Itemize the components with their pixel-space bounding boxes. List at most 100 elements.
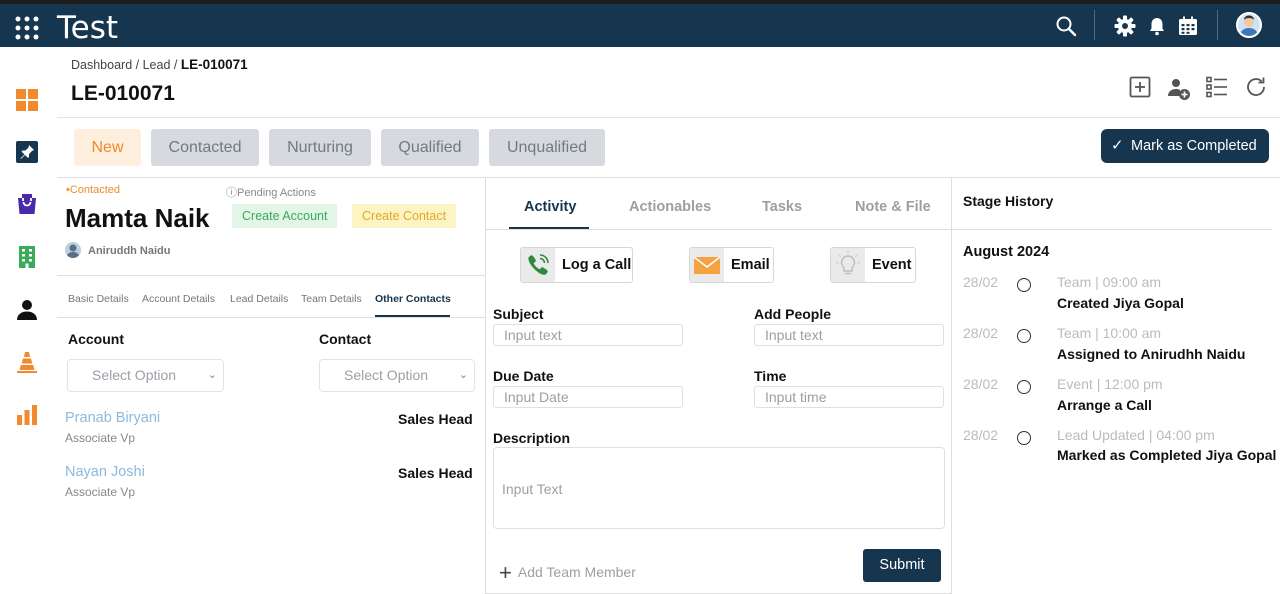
breadcrumb-separator: / — [135, 58, 140, 72]
user-avatar[interactable] — [1236, 12, 1262, 38]
history-meta: Event | 12:00 pm — [1057, 376, 1163, 392]
tab-team-details[interactable]: Team Details — [301, 293, 362, 305]
tab-activity[interactable]: Activity — [524, 199, 576, 215]
funnel-icon[interactable] — [15, 350, 39, 374]
log-call-button[interactable]: Log a Call — [520, 247, 633, 283]
tab-tasks[interactable]: Tasks — [762, 199, 802, 215]
building-icon[interactable] — [15, 245, 39, 269]
divider — [1094, 10, 1095, 40]
history-date: 28/02 — [963, 376, 999, 392]
panel-divider-left — [485, 177, 486, 594]
stage-unqualified[interactable]: Unqualified — [489, 129, 605, 166]
history-meta: Team | 10:00 am — [1057, 325, 1162, 341]
chevron-down-icon: ⌄ — [207, 369, 217, 381]
history-meta: Lead Updated | 04:00 pm — [1057, 427, 1215, 443]
tab-other-contacts[interactable]: Other Contacts — [375, 293, 451, 305]
search-icon[interactable] — [1054, 14, 1078, 38]
add-box-icon[interactable] — [1128, 75, 1152, 99]
gear-icon[interactable] — [1113, 14, 1137, 38]
email-button[interactable]: Email — [689, 247, 774, 283]
timeline-dot — [1017, 431, 1031, 445]
lead-info-divider — [57, 275, 485, 276]
dashboard-icon[interactable] — [15, 88, 39, 112]
event-label: Event — [872, 257, 912, 273]
history-text: Created Jiya Gopal — [1057, 295, 1184, 311]
tab-basic-details[interactable]: Basic Details — [68, 293, 129, 305]
stage-new[interactable]: New — [74, 129, 141, 166]
owner-avatar — [65, 242, 81, 258]
bell-icon[interactable] — [1145, 14, 1169, 38]
contact-role: Associate Vp — [65, 431, 136, 445]
stage-contacted[interactable]: Contacted — [151, 129, 259, 166]
event-button[interactable]: Event — [830, 247, 916, 283]
sidebar — [0, 47, 57, 594]
apps-grid-icon[interactable] — [14, 15, 40, 41]
subject-label: Subject — [493, 306, 544, 322]
stage-qualified[interactable]: Qualified — [381, 129, 479, 166]
contact-title: Sales Head — [398, 411, 473, 427]
add-team-member-button[interactable]: + Add Team Member — [499, 557, 636, 585]
person-icon[interactable] — [15, 298, 39, 322]
time-label: Time — [754, 368, 787, 384]
due-date-label: Due Date — [493, 368, 554, 384]
calendar-icon[interactable] — [1176, 14, 1200, 38]
add-user-icon[interactable] — [1167, 77, 1191, 101]
active-tab-indicator — [375, 315, 450, 317]
add-people-label: Add People — [754, 306, 832, 322]
stage-history-divider — [952, 229, 1272, 230]
check-icon: ✓ — [1111, 137, 1124, 154]
contact-name-link[interactable]: Nayan Joshi — [65, 464, 145, 480]
time-input[interactable]: Input time — [754, 386, 944, 408]
history-text: Assigned to Anirudhh Naidu — [1057, 346, 1246, 362]
add-people-input[interactable]: Input text — [754, 324, 944, 346]
tab-lead-details[interactable]: Lead Details — [230, 293, 288, 305]
bag-icon[interactable] — [15, 192, 39, 216]
mark-completed-button[interactable]: ✓ Mark as Completed — [1101, 129, 1269, 163]
lead-name: Mamta Naik — [65, 203, 210, 233]
log-call-label: Log a Call — [562, 257, 632, 273]
phone-icon — [521, 248, 555, 282]
breadcrumb-dashboard[interactable]: Dashboard — [71, 58, 132, 72]
panel-divider-right — [951, 177, 952, 594]
detail-tabs-divider — [57, 317, 485, 318]
due-date-input[interactable]: Input Date — [493, 386, 683, 408]
submit-button[interactable]: Submit — [863, 549, 941, 582]
tab-account-details[interactable]: Account Details — [142, 293, 215, 305]
contact-label: Contact — [319, 331, 372, 347]
header-divider — [57, 117, 1280, 118]
create-contact-button[interactable]: Create Contact — [352, 204, 457, 228]
create-account-button[interactable]: Create Account — [232, 204, 338, 228]
tab-note-file[interactable]: Note & File — [855, 199, 931, 215]
subject-input[interactable]: Input text — [493, 324, 683, 346]
contact-name-link[interactable]: Pranab Biryani — [65, 410, 160, 426]
account-label: Account — [68, 331, 124, 347]
refresh-icon[interactable] — [1244, 75, 1268, 99]
description-textarea[interactable]: Input Text — [493, 447, 945, 529]
page-title: LE-010071 — [71, 82, 175, 105]
history-date: 28/02 — [963, 274, 999, 290]
timeline-dot — [1017, 380, 1031, 394]
pin-icon[interactable] — [15, 140, 39, 164]
envelope-icon — [690, 248, 724, 282]
contact-title: Sales Head — [398, 465, 473, 481]
breadcrumb-lead[interactable]: Lead — [143, 58, 171, 72]
history-meta: Team | 09:00 am — [1057, 274, 1162, 290]
contact-select[interactable]: Select Option ⌄ — [319, 359, 475, 392]
contact-role: Associate Vp — [65, 485, 136, 499]
tab-actionables[interactable]: Actionables — [629, 199, 711, 215]
account-select[interactable]: Select Option ⌄ — [67, 359, 224, 392]
bar-chart-icon[interactable] — [15, 403, 39, 427]
account-select-value: Select Option — [92, 367, 177, 383]
lead-status: •Contacted — [66, 184, 120, 196]
stage-history-month: August 2024 — [963, 244, 1050, 260]
app-title: Test — [57, 10, 119, 46]
email-label: Email — [731, 257, 770, 273]
plus-icon: + — [499, 560, 512, 585]
checklist-icon[interactable] — [1205, 75, 1229, 99]
activity-tabs-divider — [486, 229, 951, 230]
breadcrumb: Dashboard / Lead / LE-010071 — [71, 57, 248, 72]
history-date: 28/02 — [963, 325, 999, 341]
pending-actions[interactable]: ⓘPending Actions — [226, 184, 316, 200]
history-date: 28/02 — [963, 427, 999, 443]
stage-nurturing[interactable]: Nurturing — [269, 129, 371, 166]
